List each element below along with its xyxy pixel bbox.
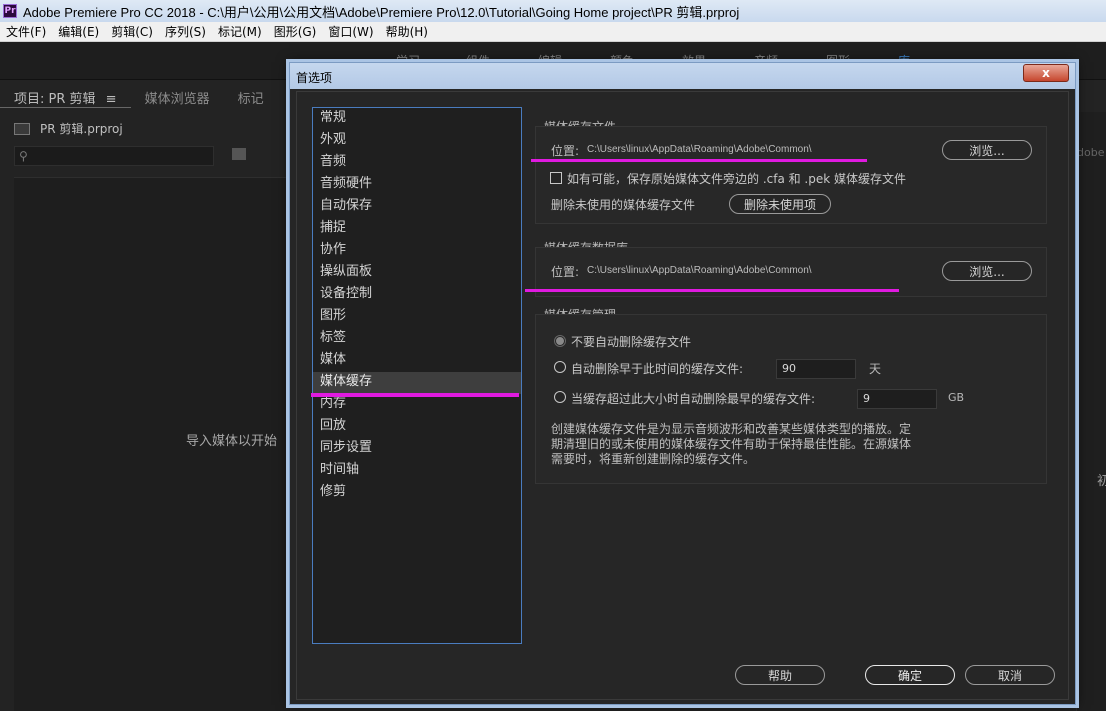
- category-labels[interactable]: 标签: [313, 328, 521, 350]
- days-unit-label: 天: [869, 362, 882, 376]
- menu-edit[interactable]: 编辑(E): [52, 23, 105, 40]
- radio-delete-older-label: 自动删除早于此时间的缓存文件:: [571, 362, 744, 376]
- media-cache-location-label: 位置:: [551, 144, 580, 158]
- radio-no-auto-delete[interactable]: [554, 335, 566, 347]
- menu-help[interactable]: 帮助(H): [380, 23, 434, 40]
- tab-markers[interactable]: 标记: [224, 86, 278, 108]
- media-cache-location-path: C:\Users\linux\AppData\Roaming\Adobe\Com…: [587, 144, 812, 155]
- category-sync-settings[interactable]: 同步设置: [313, 438, 521, 460]
- menu-window[interactable]: 窗口(W): [322, 23, 379, 40]
- save-cache-next-to-originals-checkbox[interactable]: [550, 172, 562, 184]
- bin-icon: [14, 122, 30, 135]
- window-title: Adobe Premiere Pro CC 2018 - C:\用户\公用\公用…: [23, 4, 740, 20]
- menu-graphics[interactable]: 图形(G): [268, 23, 323, 40]
- category-appearance[interactable]: 外观: [313, 130, 521, 152]
- cancel-button[interactable]: 取消: [965, 665, 1055, 685]
- dialog-close-button[interactable]: x: [1023, 64, 1069, 82]
- new-bin-icon[interactable]: [232, 148, 246, 160]
- tab-media-browser[interactable]: 媒体浏览器: [131, 86, 224, 108]
- menu-file[interactable]: 文件(F): [0, 23, 52, 40]
- delete-unused-label: 删除未使用的媒体缓存文件: [551, 198, 696, 212]
- menu-clip[interactable]: 剪辑(C): [105, 23, 159, 40]
- delete-unused-button[interactable]: 删除未使用项: [729, 194, 831, 214]
- preferences-category-list[interactable]: 常规 外观 音频 音频硬件 自动保存 捕捉 协作 操纵面板 设备控制 图形 标签…: [311, 107, 522, 644]
- category-audio[interactable]: 音频: [313, 152, 521, 174]
- preferences-dialog: 首选项 x 常规 外观 音频 音频硬件 自动保存 捕捉 协作 操纵面板 设备控制…: [289, 62, 1076, 705]
- panel-menu-icon[interactable]: ≡: [106, 92, 117, 107]
- dialog-titlebar[interactable]: 首选项 x: [290, 63, 1075, 89]
- menu-marker[interactable]: 标记(M): [212, 23, 268, 40]
- import-media-hint: 导入媒体以开始: [186, 434, 278, 449]
- ok-button[interactable]: 确定: [865, 665, 955, 685]
- close-icon: x: [1042, 66, 1050, 80]
- save-cache-next-to-originals-label: 如有可能，保存原始媒体文件旁边的 .cfa 和 .pek 媒体缓存文件: [567, 172, 907, 186]
- annotation-underline-selected: [311, 393, 519, 397]
- radio-no-auto-delete-label: 不要自动删除缓存文件: [571, 335, 692, 349]
- radio-delete-over-size-label: 当缓存超过此大小时自动删除最早的缓存文件:: [571, 392, 816, 406]
- project-file-row: PR 剪辑.prproj: [14, 120, 123, 137]
- right-panel-peek-text: 初: [1097, 474, 1106, 489]
- menu-bar: 文件(F) 编辑(E) 剪辑(C) 序列(S) 标记(M) 图形(G) 窗口(W…: [0, 22, 1106, 42]
- media-cache-db-browse-button[interactable]: 浏览...: [942, 261, 1032, 281]
- category-control-surface[interactable]: 操纵面板: [313, 262, 521, 284]
- tab-project-label: 项目: PR 剪辑: [14, 92, 96, 107]
- media-cache-db-location-path: C:\Users\linux\AppData\Roaming\Adobe\Com…: [587, 265, 812, 276]
- category-collaboration[interactable]: 协作: [313, 240, 521, 262]
- media-cache-browse-button[interactable]: 浏览...: [942, 140, 1032, 160]
- delete-older-days-input[interactable]: 90: [776, 359, 856, 379]
- media-cache-db-location-label: 位置:: [551, 265, 580, 279]
- category-device-control[interactable]: 设备控制: [313, 284, 521, 306]
- project-search-input[interactable]: ⚲: [14, 146, 214, 166]
- category-trim[interactable]: 修剪: [313, 482, 521, 504]
- radio-delete-over-size[interactable]: [554, 391, 566, 403]
- category-graphics[interactable]: 图形: [313, 306, 521, 328]
- project-file-name: PR 剪辑.prproj: [40, 122, 123, 136]
- right-panel: dobe S 初: [1076, 112, 1106, 711]
- category-timeline[interactable]: 时间轴: [313, 460, 521, 482]
- right-panel-label: dobe S: [1077, 146, 1106, 159]
- dialog-body: 常规 外观 音频 音频硬件 自动保存 捕捉 协作 操纵面板 设备控制 图形 标签…: [296, 91, 1069, 700]
- category-general[interactable]: 常规: [313, 108, 521, 130]
- category-audio-hardware[interactable]: 音频硬件: [313, 174, 521, 196]
- dialog-title: 首选项: [296, 71, 333, 85]
- premiere-app-icon: Pr: [3, 4, 17, 18]
- category-memory[interactable]: 内存: [313, 394, 521, 416]
- category-media[interactable]: 媒体: [313, 350, 521, 372]
- tab-project[interactable]: 项目: PR 剪辑 ≡: [0, 86, 131, 108]
- menu-sequence[interactable]: 序列(S): [159, 23, 212, 40]
- category-capture[interactable]: 捕捉: [313, 218, 521, 240]
- project-panel: 项目: PR 剪辑 ≡ 媒体浏览器 标记 PR 剪辑.prproj ⚲: [0, 82, 290, 711]
- category-auto-save[interactable]: 自动保存: [313, 196, 521, 218]
- gb-unit-label: GB: [948, 391, 965, 404]
- max-cache-size-input[interactable]: 9: [857, 389, 937, 409]
- project-panel-tabs: 项目: PR 剪辑 ≡ 媒体浏览器 标记: [0, 86, 278, 108]
- category-media-cache[interactable]: 媒体缓存: [313, 372, 521, 394]
- window-titlebar: Pr Adobe Premiere Pro CC 2018 - C:\用户\公用…: [0, 0, 1106, 22]
- help-button[interactable]: 帮助: [735, 665, 825, 685]
- search-icon: ⚲: [19, 149, 28, 163]
- media-cache-description: 创建媒体缓存文件是为显示音频波形和改善某些媒体类型的播放。定 期清理旧的或未使用…: [551, 422, 912, 466]
- category-playback[interactable]: 回放: [313, 416, 521, 438]
- radio-delete-older[interactable]: [554, 361, 566, 373]
- annotation-underline-cache-path: [531, 159, 867, 162]
- annotation-underline-db-path: [525, 289, 899, 292]
